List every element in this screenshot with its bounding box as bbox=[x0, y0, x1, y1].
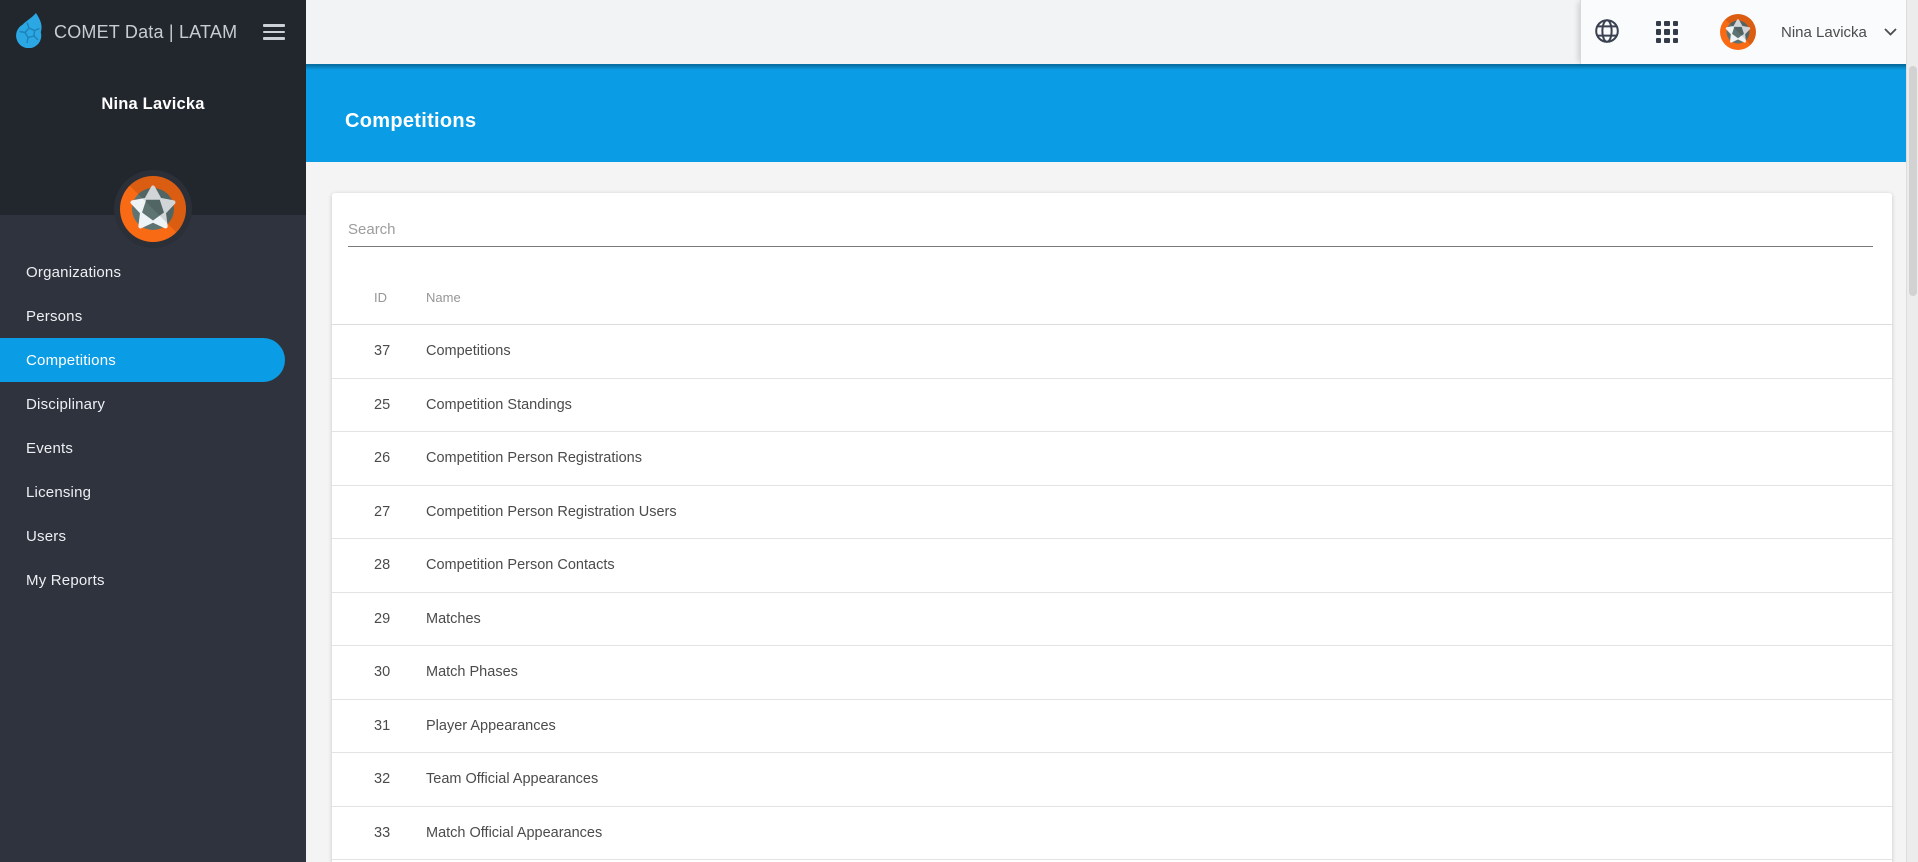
table-row[interactable]: 30 Match Phases bbox=[332, 646, 1892, 700]
page-title: Competitions bbox=[345, 110, 476, 133]
sidebar: COMET Data | LATAM Nina Lavicka Organiza… bbox=[0, 0, 306, 862]
table-row[interactable]: 31 Player Appearances bbox=[332, 700, 1892, 754]
topbar-right-section: Nina Lavicka bbox=[1580, 0, 1918, 64]
row-id-cell: 25 bbox=[332, 397, 426, 413]
table-row[interactable]: 26 Competition Person Registrations bbox=[332, 432, 1892, 486]
row-name-cell: Match Official Appearances bbox=[426, 825, 1892, 841]
sidebar-item-label: Competitions bbox=[26, 352, 116, 369]
row-name-cell: Matches bbox=[426, 611, 1892, 627]
row-name-cell: Competition Standings bbox=[426, 397, 1892, 413]
table-row[interactable]: 25 Competition Standings bbox=[332, 379, 1892, 433]
row-name-cell: Competition Person Registrations bbox=[426, 450, 1892, 466]
column-header-name: Name bbox=[426, 290, 1892, 305]
row-name-cell: Match Phases bbox=[426, 664, 1892, 680]
sidebar-item-label: Disciplinary bbox=[26, 396, 105, 413]
sidebar-user-name: Nina Lavicka bbox=[0, 95, 306, 114]
search-bar bbox=[332, 193, 1892, 247]
sidebar-item-licensing[interactable]: Licensing bbox=[0, 470, 306, 514]
row-name-cell: Team Official Appearances bbox=[426, 771, 1892, 787]
sidebar-item-my-reports[interactable]: My Reports bbox=[0, 558, 306, 602]
sidebar-item-events[interactable]: Events bbox=[0, 426, 306, 470]
sidebar-item-label: Persons bbox=[26, 308, 82, 325]
table-row[interactable]: 28 Competition Person Contacts bbox=[332, 539, 1892, 593]
globe-icon bbox=[1594, 18, 1620, 47]
topbar: Nina Lavicka bbox=[306, 0, 1918, 64]
sidebar-item-disciplinary[interactable]: Disciplinary bbox=[0, 382, 306, 426]
row-id-cell: 27 bbox=[332, 504, 426, 520]
row-name-cell: Player Appearances bbox=[426, 718, 1892, 734]
app-title: COMET Data | LATAM bbox=[54, 22, 263, 43]
main-content: ID Name 37 Competitions 25 Competition S… bbox=[306, 162, 1918, 862]
sidebar-item-label: Users bbox=[26, 528, 66, 545]
table-row[interactable]: 33 Match Official Appearances bbox=[332, 807, 1892, 861]
column-header-id: ID bbox=[332, 290, 426, 305]
table-row[interactable]: 32 Team Official Appearances bbox=[332, 753, 1892, 807]
table-row[interactable]: 37 Competitions bbox=[332, 325, 1892, 379]
brand[interactable]: COMET Data | LATAM bbox=[0, 0, 306, 64]
page-header: Competitions bbox=[306, 64, 1918, 162]
sidebar-menu: Organizations Persons Competitions Disci… bbox=[0, 250, 306, 602]
table-row[interactable]: 27 Competition Person Registration Users bbox=[332, 486, 1892, 540]
row-id-cell: 28 bbox=[332, 557, 426, 573]
row-id-cell: 26 bbox=[332, 450, 426, 466]
topbar-user-name: Nina Lavicka bbox=[1781, 24, 1867, 41]
row-id-cell: 31 bbox=[332, 718, 426, 734]
user-avatar-large bbox=[114, 170, 192, 248]
language-globe-button[interactable] bbox=[1594, 18, 1620, 47]
row-id-cell: 32 bbox=[332, 771, 426, 787]
sidebar-item-label: Events bbox=[26, 440, 73, 457]
row-name-cell: Competitions bbox=[426, 343, 1892, 359]
row-id-cell: 29 bbox=[332, 611, 426, 627]
apps-grid-icon[interactable] bbox=[1656, 21, 1678, 43]
table-header-row: ID Name bbox=[332, 247, 1892, 325]
chevron-down-icon bbox=[1884, 28, 1897, 36]
table-row[interactable]: 29 Matches bbox=[332, 593, 1892, 647]
user-menu[interactable]: Nina Lavicka bbox=[1720, 14, 1897, 50]
row-id-cell: 33 bbox=[332, 825, 426, 841]
comet-logo-icon bbox=[15, 12, 43, 53]
row-name-cell: Competition Person Contacts bbox=[426, 557, 1892, 573]
row-id-cell: 37 bbox=[332, 343, 426, 359]
row-id-cell: 30 bbox=[332, 664, 426, 680]
sidebar-item-organizations[interactable]: Organizations bbox=[0, 250, 306, 294]
row-name-cell: Competition Person Registration Users bbox=[426, 504, 1892, 520]
sidebar-item-persons[interactable]: Persons bbox=[0, 294, 306, 338]
sidebar-item-label: Organizations bbox=[26, 264, 121, 281]
table-body: 37 Competitions 25 Competition Standings… bbox=[332, 325, 1892, 860]
menu-icon[interactable] bbox=[263, 24, 285, 40]
user-avatar-small bbox=[1720, 14, 1756, 50]
sidebar-item-users[interactable]: Users bbox=[0, 514, 306, 558]
sidebar-item-label: Licensing bbox=[26, 484, 91, 501]
sidebar-item-label: My Reports bbox=[26, 572, 105, 589]
page-scrollbar-track[interactable] bbox=[1906, 0, 1918, 862]
data-card: ID Name 37 Competitions 25 Competition S… bbox=[332, 193, 1892, 862]
search-input[interactable] bbox=[348, 221, 1873, 247]
page-scrollbar-thumb[interactable] bbox=[1909, 66, 1917, 296]
sidebar-item-competitions[interactable]: Competitions bbox=[0, 338, 285, 382]
